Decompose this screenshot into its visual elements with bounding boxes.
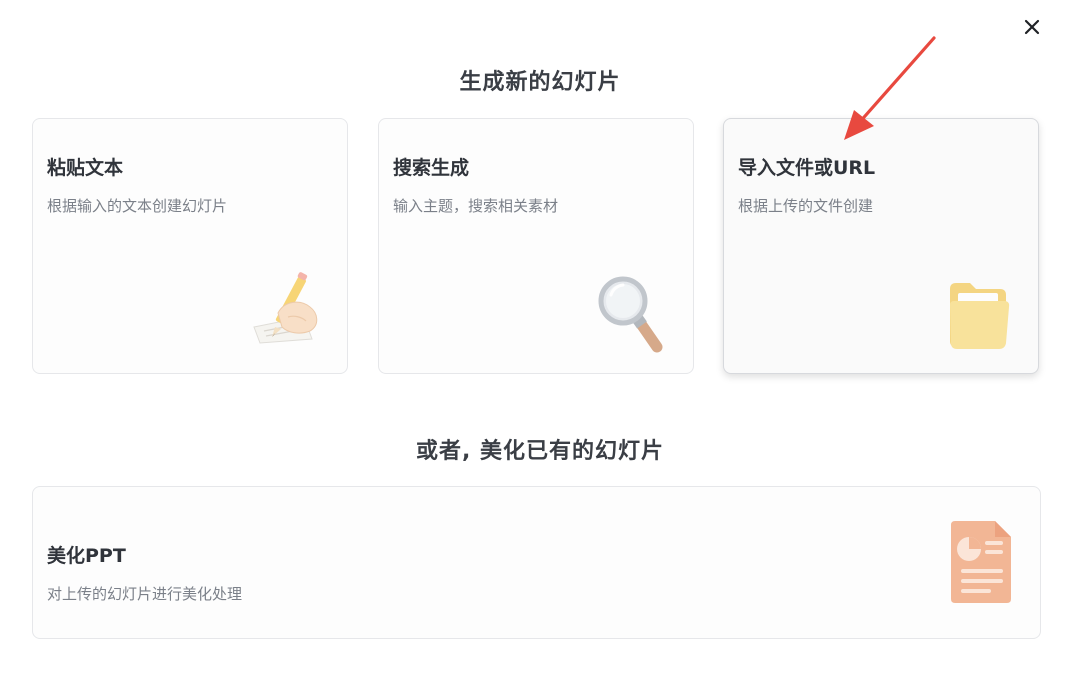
close-icon: [1024, 19, 1040, 35]
create-section-title: 生成新的幻灯片: [459, 70, 621, 95]
presentation-file-icon: [951, 521, 1011, 603]
card-title: 搜索生成: [393, 157, 470, 179]
pencil-writing-icon: [253, 272, 318, 344]
beautify-ppt-card[interactable]: 美化PPT 对上传的幻灯片进行美化处理: [32, 486, 1041, 639]
card-description: 对上传的幻灯片进行美化处理: [47, 585, 243, 603]
new-slides-dialog: 生成新的幻灯片 粘贴文本 根据输入的文本创建幻灯片 搜索生成 输入主题，搜索相关…: [0, 0, 1080, 680]
card-description: 根据上传的文件创建: [738, 197, 874, 215]
close-button[interactable]: [1018, 13, 1046, 41]
card-description: 输入主题，搜索相关素材: [393, 197, 559, 215]
import-file-url-card[interactable]: 导入文件或URL 根据上传的文件创建: [723, 118, 1039, 374]
card-title: 粘贴文本: [47, 157, 124, 179]
magnifier-icon: [598, 276, 663, 353]
card-title: 导入文件或URL: [738, 157, 876, 179]
card-title: 美化PPT: [47, 545, 126, 567]
folder-icon: [950, 283, 1010, 349]
search-generate-card[interactable]: 搜索生成 输入主题，搜索相关素材: [378, 118, 694, 374]
paste-text-card[interactable]: 粘贴文本 根据输入的文本创建幻灯片: [32, 118, 348, 374]
card-description: 根据输入的文本创建幻灯片: [47, 197, 228, 215]
beautify-section-title: 或者, 美化已有的幻灯片: [415, 439, 665, 464]
